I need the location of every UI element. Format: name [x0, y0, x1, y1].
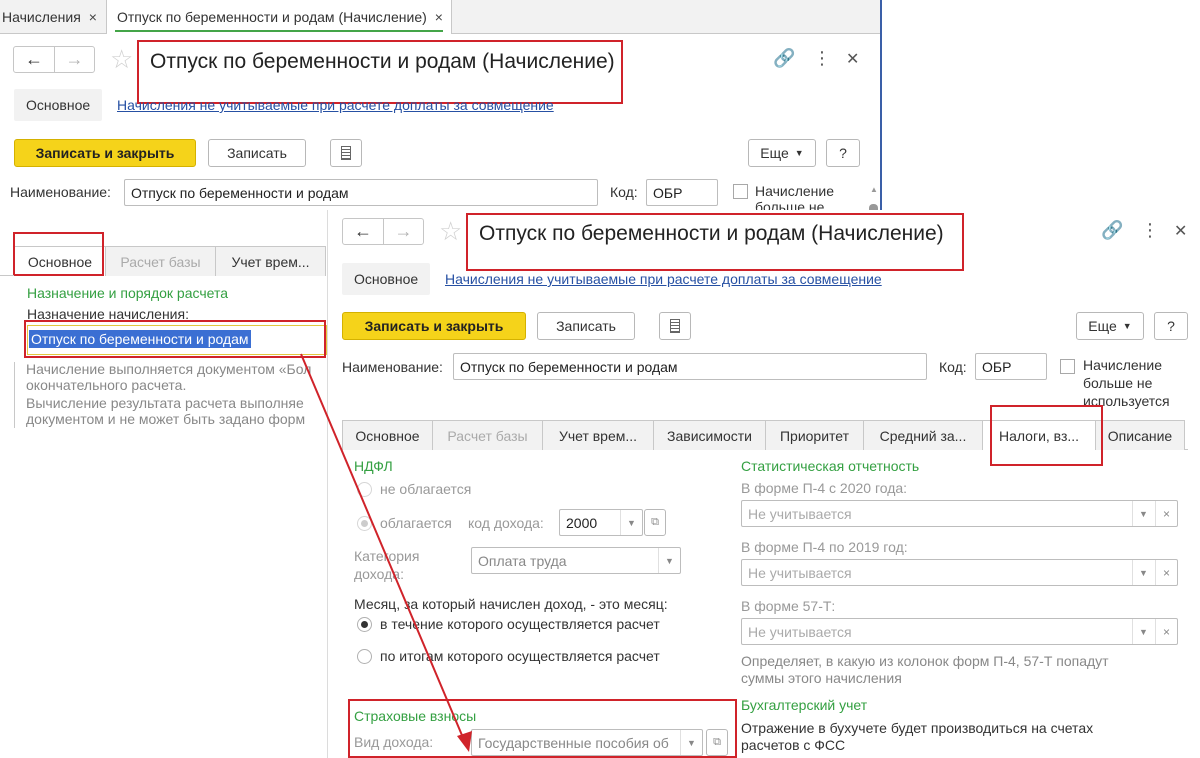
callout-arrow [300, 353, 472, 752]
arrow-head [457, 731, 472, 752]
arrow-line [300, 353, 465, 741]
